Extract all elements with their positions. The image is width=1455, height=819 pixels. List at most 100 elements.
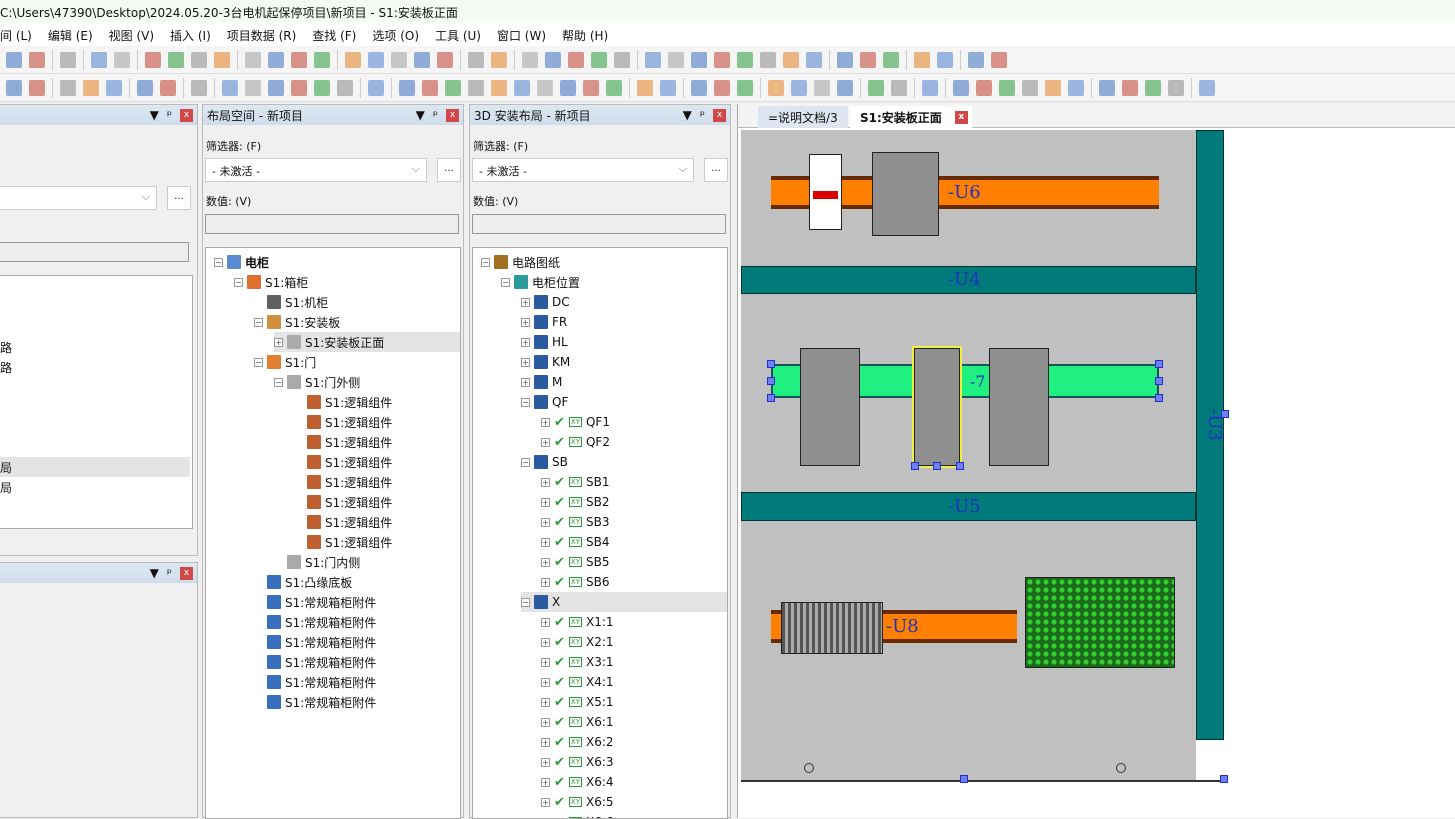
select-delete-icon[interactable] — [60, 52, 76, 68]
k-icon[interactable] — [268, 80, 284, 96]
refresh-green-icon[interactable] — [1199, 80, 1215, 96]
ai-icon[interactable] — [868, 80, 884, 96]
close-tab-icon[interactable]: x — [955, 111, 968, 124]
expand-icon[interactable]: + — [541, 498, 550, 507]
collapse-icon[interactable]: − — [254, 358, 263, 367]
s-icon[interactable] — [468, 80, 484, 96]
tree-item[interactable]: +✔XYX1:1 — [541, 612, 614, 632]
tree-item[interactable]: +DC — [521, 292, 570, 312]
cube3-icon[interactable] — [999, 80, 1015, 96]
tree-item[interactable]: S1:常规箱柜附件 — [254, 652, 376, 672]
collapse-icon[interactable]: − — [521, 398, 530, 407]
sym7-icon[interactable] — [860, 52, 876, 68]
tree-item[interactable]: S1:逻辑组件 — [294, 412, 392, 432]
close-icon[interactable]: x — [713, 109, 726, 122]
f-icon[interactable] — [137, 80, 153, 96]
pin-icon[interactable]: ᵖ — [433, 108, 438, 122]
tree-item[interactable]: 局 — [0, 457, 190, 477]
expand-icon[interactable]: + — [521, 338, 530, 347]
tree-item[interactable]: S1:凸缘底板 — [254, 572, 352, 592]
ac-icon[interactable] — [714, 80, 730, 96]
menu-item[interactable]: 帮助 (H) — [562, 27, 608, 46]
tree-item[interactable]: S1:机柜 — [254, 292, 328, 312]
i-icon[interactable] — [222, 80, 238, 96]
expand-icon[interactable]: + — [541, 698, 550, 707]
cube1-icon[interactable] — [953, 80, 969, 96]
tree-item[interactable]: +✔XYX6:5 — [541, 792, 614, 812]
tree-item[interactable]: +✔XYX4:1 — [541, 672, 614, 692]
tree-item[interactable]: +✔XYSB3 — [541, 512, 609, 532]
tree-item[interactable]: +FR — [521, 312, 567, 332]
filter-more-button[interactable]: ... — [167, 186, 191, 210]
tree-item[interactable]: +✔XYSB4 — [541, 532, 609, 552]
ad-icon[interactable] — [737, 80, 753, 96]
grid-a-icon[interactable] — [522, 52, 538, 68]
expand-icon[interactable]: + — [541, 478, 550, 487]
r-icon[interactable] — [445, 80, 461, 96]
tree-item[interactable]: −S1:箱柜 — [234, 272, 308, 292]
pin-icon[interactable]: ᵖ — [700, 108, 705, 122]
sym9-icon[interactable] — [914, 52, 930, 68]
cube4-icon[interactable] — [1022, 80, 1038, 96]
close-icon[interactable]: x — [446, 109, 459, 122]
sym6-icon[interactable] — [837, 52, 853, 68]
dropdown-icon[interactable]: ▼ — [416, 108, 425, 122]
tree-item[interactable]: S1:逻辑组件 — [294, 392, 392, 412]
terminal-block-x[interactable] — [781, 602, 883, 654]
expand-icon[interactable]: + — [521, 318, 530, 327]
u-icon[interactable] — [514, 80, 530, 96]
filter-select[interactable]: - 未激活 -⌵ — [205, 158, 427, 182]
ak-icon[interactable] — [922, 80, 938, 96]
q-icon[interactable] — [422, 80, 438, 96]
tree-item[interactable]: −电柜 — [214, 252, 269, 272]
hex1-icon[interactable] — [1099, 80, 1115, 96]
tree-item[interactable]: S1:逻辑组件 — [294, 432, 392, 452]
tree-item[interactable]: S1:逻辑组件 — [294, 472, 392, 492]
expand-icon[interactable]: + — [521, 298, 530, 307]
tree-item[interactable]: +✔XYSB1 — [541, 472, 609, 492]
menu-item[interactable]: 查找 (F) — [312, 27, 356, 46]
sym5-icon[interactable] — [806, 52, 822, 68]
tree-item[interactable]: S1:常规箱柜附件 — [254, 612, 376, 632]
y-icon[interactable] — [606, 80, 622, 96]
contactor-km2-selected[interactable] — [914, 348, 960, 466]
contactor-km1[interactable] — [800, 348, 860, 466]
grid-b-icon[interactable] — [545, 52, 561, 68]
breaker-4pole[interactable] — [872, 152, 939, 236]
expand-icon[interactable]: + — [541, 558, 550, 567]
undo-icon[interactable] — [145, 52, 161, 68]
tree-item[interactable]: +✔XYX3:1 — [541, 652, 614, 672]
close-icon[interactable]: x — [180, 567, 193, 580]
menu-item[interactable]: 工具 (U) — [435, 27, 481, 46]
d-icon[interactable] — [83, 80, 99, 96]
tree-item[interactable]: +KM — [521, 352, 570, 372]
zoom-window-icon[interactable] — [368, 52, 384, 68]
tree-item[interactable]: +M — [521, 372, 562, 392]
expand-icon[interactable]: + — [541, 638, 550, 647]
grid-c-icon[interactable] — [568, 52, 584, 68]
n-icon[interactable] — [337, 80, 353, 96]
hex3-icon[interactable] — [1145, 80, 1161, 96]
collapse-icon[interactable]: − — [481, 258, 490, 267]
refresh-icon[interactable] — [345, 52, 361, 68]
sym3-icon[interactable] — [760, 52, 776, 68]
snap-icon[interactable] — [668, 52, 684, 68]
hex2-icon[interactable] — [1122, 80, 1138, 96]
filter-more-button[interactable]: ... — [704, 158, 728, 182]
j-icon[interactable] — [245, 80, 261, 96]
table-icon[interactable] — [314, 52, 330, 68]
ah-icon[interactable] — [837, 80, 853, 96]
page2-icon[interactable] — [268, 52, 284, 68]
l-icon[interactable] — [291, 80, 307, 96]
cart-icon[interactable] — [968, 52, 984, 68]
tree-item[interactable]: 路 — [0, 357, 190, 377]
tree-item[interactable]: −X — [521, 592, 727, 612]
menu-item[interactable]: 编辑 (E) — [48, 27, 93, 46]
tree-item[interactable]: +✔XYX2:1 — [541, 632, 614, 652]
value-field[interactable] — [472, 214, 726, 234]
cube5-icon[interactable] — [1045, 80, 1061, 96]
dropdown-icon[interactable]: ▼ — [150, 108, 159, 122]
tree-item[interactable]: +✔XYX6:1 — [541, 712, 614, 732]
grid-e-icon[interactable] — [614, 52, 630, 68]
collapse-icon[interactable]: − — [254, 318, 263, 327]
